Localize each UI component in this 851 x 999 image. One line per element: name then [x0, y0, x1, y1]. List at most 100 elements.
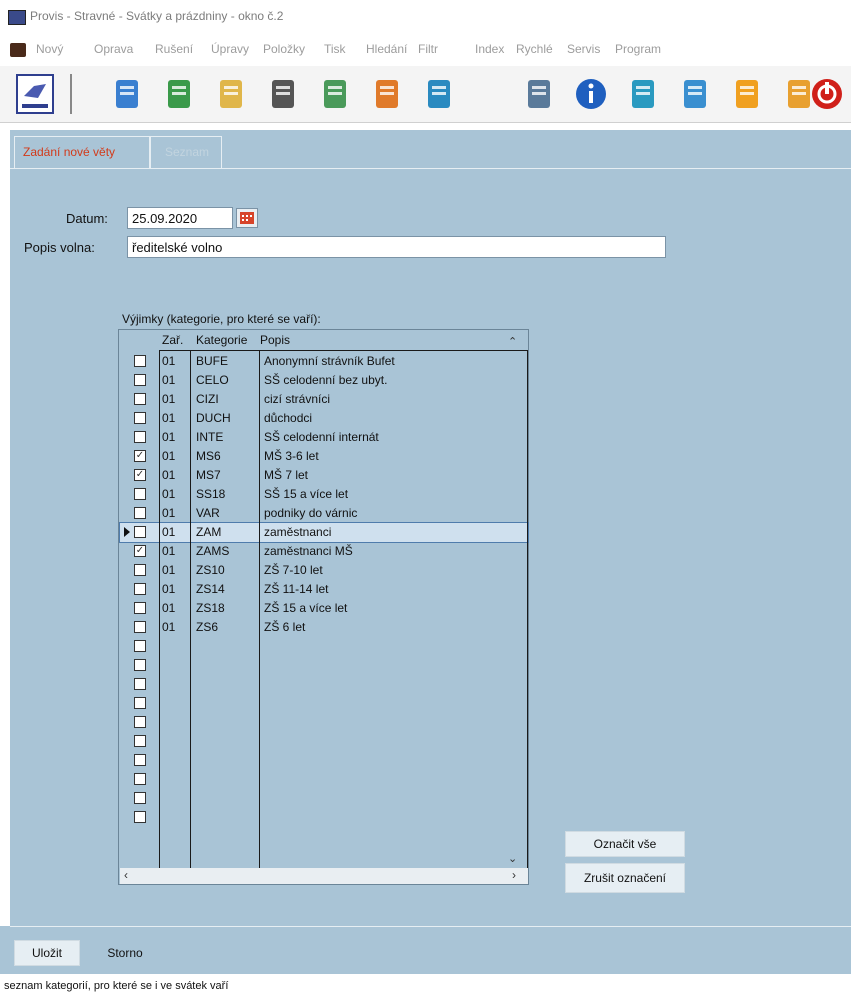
- phone-icon[interactable]: [264, 74, 302, 114]
- table-row[interactable]: 01 INTE SŠ celodenní internát: [120, 428, 528, 447]
- menu-item-servis[interactable]: Servis: [567, 42, 600, 56]
- title-bar: Provis - Stravné - Svátky a prázdniny - …: [0, 0, 851, 34]
- row-checkbox[interactable]: [134, 355, 146, 367]
- row-checkbox[interactable]: [134, 374, 146, 386]
- deselect-all-button[interactable]: Zrušit označení: [565, 863, 685, 893]
- row-checkbox[interactable]: [134, 431, 146, 443]
- row-checkbox[interactable]: [134, 735, 146, 747]
- menu-item-hledani[interactable]: Hledání: [366, 42, 407, 56]
- power-icon[interactable]: [808, 74, 846, 114]
- grid-caption: Výjimky (kategorie, pro které se vaří):: [122, 312, 321, 326]
- cell-popis: SŠ celodenní internát: [264, 430, 379, 444]
- calendar-icon: [240, 212, 254, 224]
- search-icon[interactable]: [520, 74, 558, 114]
- table-row[interactable]: 01 MS7 MŠ 7 let: [120, 466, 528, 485]
- table-row[interactable]: 01 ZS14 ZŠ 11-14 let: [120, 580, 528, 599]
- cup-icon[interactable]: [624, 74, 662, 114]
- table-row[interactable]: 01 ZS6 ZŠ 6 let: [120, 618, 528, 637]
- row-checkbox[interactable]: [134, 792, 146, 804]
- app-icon: [8, 10, 26, 25]
- row-checkbox[interactable]: ✓: [134, 545, 146, 557]
- document-add-icon[interactable]: [212, 74, 250, 114]
- table-row[interactable]: 01 ZS10 ZŠ 7-10 let: [120, 561, 528, 580]
- book-icon[interactable]: [10, 43, 26, 57]
- row-checkbox[interactable]: [134, 621, 146, 633]
- menu-item-upravy[interactable]: Úpravy: [211, 42, 249, 56]
- save-button[interactable]: Uložit: [14, 940, 80, 966]
- column-header-popis[interactable]: Popis: [260, 333, 290, 347]
- cell-zar: 01: [162, 525, 176, 539]
- table-row[interactable]: 01 CIZI cizí strávníci: [120, 390, 528, 409]
- menu-item-program[interactable]: Program: [615, 42, 661, 56]
- arrows-icon[interactable]: [676, 74, 714, 114]
- cell-popis: MŠ 7 let: [264, 468, 309, 482]
- row-checkbox[interactable]: ✓: [134, 469, 146, 481]
- menu-item-novy[interactable]: Nový: [36, 42, 63, 56]
- row-checkbox[interactable]: [134, 488, 146, 500]
- table-row[interactable]: 01 ZS18 ZŠ 15 a více let: [120, 599, 528, 618]
- row-checkbox[interactable]: [134, 678, 146, 690]
- tab-list[interactable]: Seznam: [150, 136, 222, 169]
- pencil-icon[interactable]: [728, 74, 766, 114]
- horizontal-scrollbar[interactable]: ‹ ›: [120, 868, 528, 884]
- row-checkbox[interactable]: [134, 526, 146, 538]
- table-row[interactable]: 01 CELO SŠ celodenní bez ubyt.: [120, 371, 528, 390]
- scroll-up-icon[interactable]: ⌃: [508, 335, 517, 348]
- row-checkbox[interactable]: [134, 716, 146, 728]
- calendar-refresh-icon[interactable]: [108, 74, 146, 114]
- datum-field[interactable]: 25.09.2020: [127, 207, 233, 229]
- table-row[interactable]: 01 VAR podniky do várnic: [120, 504, 528, 523]
- info-icon[interactable]: [572, 74, 610, 114]
- provis-logo-icon: [16, 74, 54, 114]
- table-row[interactable]: 01 BUFE Anonymní strávník Bufet: [120, 352, 528, 371]
- recycle-icon[interactable]: [160, 74, 198, 114]
- cell-kategorie: BUFE: [196, 354, 229, 368]
- row-checkbox[interactable]: [134, 811, 146, 823]
- menu-item-polozky[interactable]: Položky: [263, 42, 305, 56]
- row-checkbox[interactable]: [134, 412, 146, 424]
- menu-item-filtr[interactable]: Filtr: [418, 42, 438, 56]
- toolbar-separator: [70, 74, 72, 114]
- scroll-left-icon[interactable]: ‹: [124, 868, 128, 882]
- cell-popis: ZŠ 15 a více let: [264, 601, 348, 615]
- cancel-button[interactable]: Storno: [92, 940, 158, 966]
- menu-item-tisk[interactable]: Tisk: [324, 42, 346, 56]
- menu-item-ruseni[interactable]: Rušení: [155, 42, 193, 56]
- row-checkbox[interactable]: [134, 640, 146, 652]
- window-title: Provis - Stravné - Svátky a prázdniny - …: [30, 9, 284, 23]
- document-delete-icon[interactable]: [316, 74, 354, 114]
- broom-icon[interactable]: [420, 74, 458, 114]
- table-row[interactable]: 01 SS18 SŠ 15 a více let: [120, 485, 528, 504]
- row-checkbox[interactable]: [134, 507, 146, 519]
- cell-zar: 01: [162, 563, 176, 577]
- bottom-divider: [10, 926, 851, 927]
- row-checkbox[interactable]: [134, 393, 146, 405]
- cell-popis: ZŠ 6 let: [264, 620, 306, 634]
- row-checkbox[interactable]: [134, 773, 146, 785]
- select-all-button[interactable]: Označit vše: [565, 831, 685, 857]
- cell-popis: podniky do várnic: [264, 506, 358, 520]
- popis-field[interactable]: ředitelské volno: [127, 236, 666, 258]
- row-checkbox[interactable]: [134, 659, 146, 671]
- table-row[interactable]: 01 DUCH důchodci: [120, 409, 528, 428]
- menu-item-index[interactable]: Index: [475, 42, 504, 56]
- document-edit-icon[interactable]: [368, 74, 406, 114]
- table-row[interactable]: 01 ZAM zaměstnanci: [119, 522, 529, 543]
- calendar-picker-button[interactable]: [236, 208, 258, 228]
- tab-new-record[interactable]: Zadání nové věty: [14, 136, 150, 169]
- row-checkbox[interactable]: [134, 564, 146, 576]
- scroll-down-icon[interactable]: ⌄: [508, 852, 517, 865]
- column-header-kategorie[interactable]: Kategorie: [196, 333, 247, 347]
- row-checkbox[interactable]: [134, 602, 146, 614]
- row-checkbox[interactable]: [134, 754, 146, 766]
- menu-item-oprava[interactable]: Oprava: [94, 42, 133, 56]
- row-checkbox[interactable]: [134, 583, 146, 595]
- table-row[interactable]: 01 MS6 MŠ 3-6 let: [120, 447, 528, 466]
- menu-item-rychle[interactable]: Rychlé: [516, 42, 553, 56]
- row-checkbox[interactable]: ✓: [134, 450, 146, 462]
- row-checkbox[interactable]: [134, 697, 146, 709]
- scroll-right-icon[interactable]: ›: [512, 868, 516, 882]
- table-row[interactable]: 01 ZAMS zaměstnanci MŠ: [120, 542, 528, 561]
- column-header-zar[interactable]: Zař.: [162, 333, 183, 347]
- cell-kategorie: DUCH: [196, 411, 231, 425]
